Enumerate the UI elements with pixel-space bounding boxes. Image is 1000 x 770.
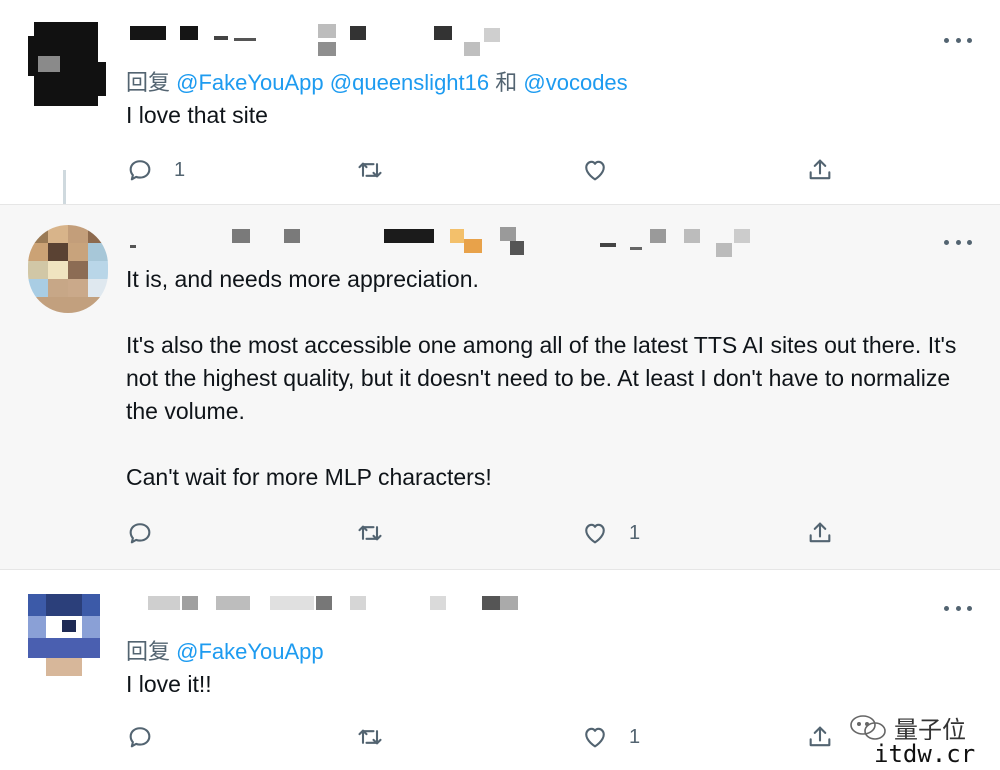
- mention-link[interactable]: @FakeYouApp: [176, 70, 324, 95]
- mention-link[interactable]: @FakeYouApp: [176, 639, 324, 664]
- tweet-paragraph: It's also the most accessible one among …: [126, 332, 957, 424]
- retweet-icon: [358, 162, 382, 178]
- retweet-icon: [358, 525, 382, 541]
- tweet-paragraph: Can't wait for more MLP characters!: [126, 464, 492, 490]
- heart-icon: [585, 523, 605, 544]
- like-button[interactable]: 1: [581, 518, 640, 548]
- reply-button[interactable]: 1: [126, 155, 185, 185]
- reply-icon: [129, 523, 151, 544]
- like-count: 1: [629, 521, 641, 544]
- retweet-button[interactable]: [356, 722, 404, 752]
- share-button[interactable]: [806, 518, 834, 548]
- author-name-redacted: [130, 594, 830, 618]
- watermark-site: itdw.cr: [872, 740, 978, 768]
- tweet-text: I love that site: [126, 99, 966, 132]
- tweet-2[interactable]: It is, and needs more appreciation. It's…: [0, 204, 1000, 570]
- reply-icon: [129, 727, 151, 748]
- author-name-redacted: [130, 24, 830, 56]
- like-count: 1: [629, 725, 641, 748]
- share-icon: [809, 159, 831, 180]
- author-name-redacted: [130, 225, 830, 257]
- retweet-button[interactable]: [356, 155, 404, 185]
- share-icon: [809, 522, 831, 543]
- avatar[interactable]: [28, 22, 106, 106]
- avatar[interactable]: [28, 594, 100, 676]
- retweet-icon: [358, 729, 382, 745]
- tweet-1[interactable]: 回复 @FakeYouApp @queenslight16 和 @vocodes…: [0, 0, 1000, 218]
- action-bar: 1: [126, 518, 846, 548]
- reply-icon: [129, 160, 151, 181]
- action-bar: 1: [126, 155, 846, 185]
- more-options-icon[interactable]: [944, 232, 972, 252]
- reply-prefix: 回复: [126, 70, 171, 95]
- more-options-icon[interactable]: [944, 30, 972, 50]
- tweet-paragraph: It is, and needs more appreciation.: [126, 266, 479, 292]
- wechat-logo-icon: [850, 715, 886, 740]
- mention-link[interactable]: @queenslight16: [330, 70, 489, 95]
- watermark: 量子位 itdw.cr: [848, 710, 994, 768]
- reply-button[interactable]: [126, 518, 174, 548]
- share-icon: [809, 726, 831, 747]
- reply-button[interactable]: [126, 722, 174, 752]
- like-button[interactable]: 1: [581, 722, 640, 752]
- retweet-button[interactable]: [356, 518, 404, 548]
- heart-icon: [585, 160, 605, 181]
- share-button[interactable]: [806, 722, 834, 752]
- reply-count: 1: [174, 158, 186, 181]
- share-button[interactable]: [806, 155, 834, 185]
- more-options-icon[interactable]: [944, 598, 972, 618]
- avatar[interactable]: [28, 225, 108, 313]
- like-button[interactable]: [581, 155, 629, 185]
- reply-context: 回复 @FakeYouApp @queenslight16 和 @vocodes: [126, 65, 628, 97]
- mention-link[interactable]: @vocodes: [523, 70, 627, 95]
- tweet-paragraph: I love it!!: [126, 671, 212, 697]
- tweet-text: I love it!!: [126, 668, 966, 701]
- reply-context: 回复 @FakeYouApp: [126, 634, 324, 666]
- reply-prefix: 回复: [126, 639, 171, 664]
- heart-icon: [585, 727, 605, 748]
- tweet-paragraph: I love that site: [126, 102, 268, 128]
- mention-joiner: 和: [495, 70, 518, 95]
- tweet-text: It is, and needs more appreciation. It's…: [126, 263, 966, 494]
- action-bar: 1: [126, 722, 846, 752]
